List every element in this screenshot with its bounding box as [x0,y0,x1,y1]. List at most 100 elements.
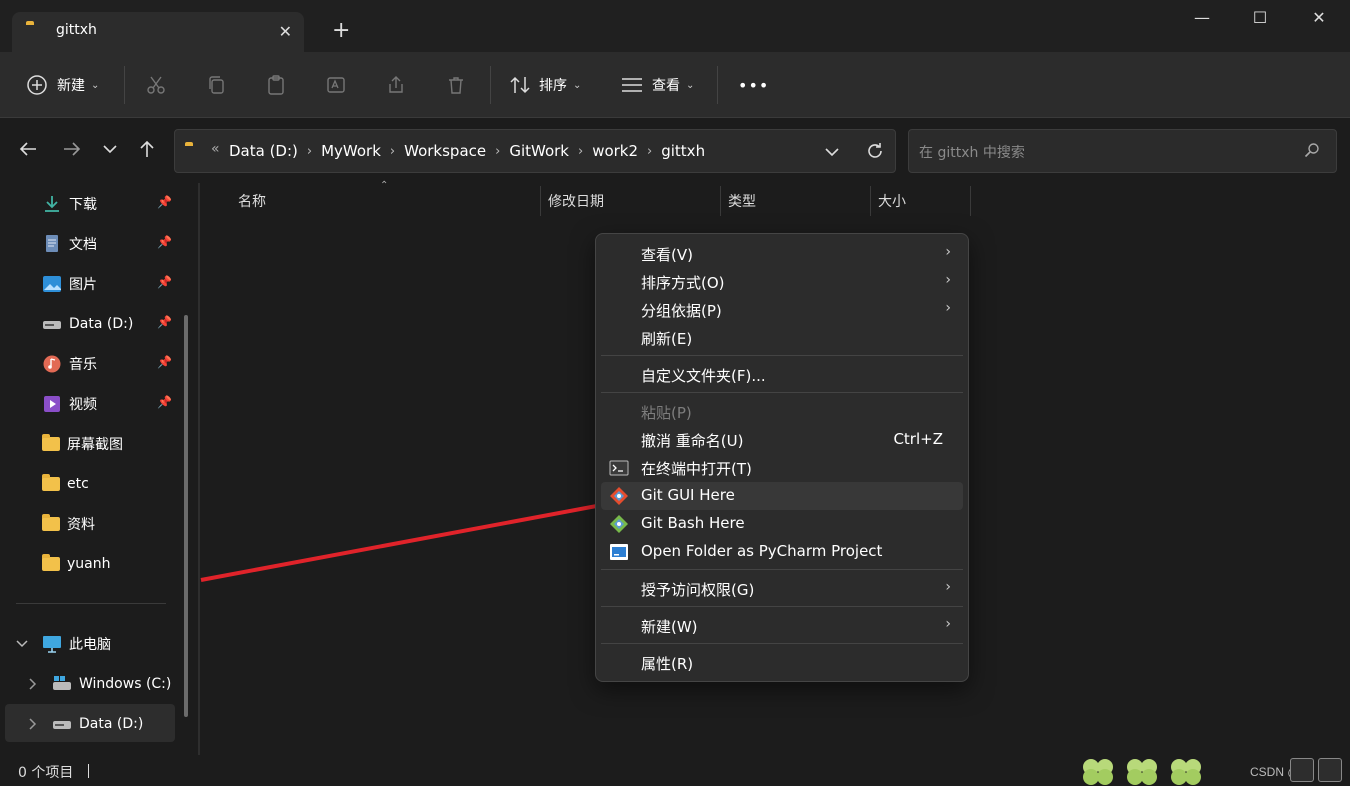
pin-icon: 📌 [157,355,172,369]
menu-item-pycharm[interactable]: Open Folder as PyCharm Project [601,538,963,566]
menu-item-customize-folder[interactable]: 自定义文件夹(F)... [601,361,963,389]
sidebar-item-windows-drive[interactable]: Windows (C:) [52,669,182,699]
chevron-down-icon[interactable] [16,639,28,649]
menu-item-sort[interactable]: 排序方式(O) › [601,268,963,296]
chevron-down-icon: ⌄ [91,79,100,91]
details-view-button[interactable] [1290,758,1314,782]
column-header-name[interactable]: 名称 [238,191,266,211]
pin-icon: 📌 [157,195,172,209]
sidebar-item-yuanh[interactable]: yuanh [42,549,182,579]
sidebar-item-label: etc [67,476,89,492]
breadcrumb-item[interactable]: gittxh [661,142,705,160]
tab-close-button[interactable]: ✕ [279,22,292,41]
menu-item-label: 排序方式(O) [641,274,725,292]
menu-item-label: 分组依据(P) [641,302,722,320]
separator [717,66,718,104]
sidebar-item-etc[interactable]: etc [42,469,182,499]
menu-item-refresh[interactable]: 刷新(E) [601,324,963,352]
cut-button[interactable] [146,72,166,98]
recent-locations-icon[interactable] [103,143,117,155]
new-tab-button[interactable]: + [332,18,350,44]
status-separator [88,764,89,778]
new-button[interactable]: 新建 ⌄ [26,72,99,98]
menu-item-undo-rename[interactable]: 撤消 重命名(U) Ctrl+Z [601,426,963,454]
menu-item-label: 粘贴(P) [641,404,692,422]
explorer-tab[interactable]: gittxh ✕ [12,12,304,52]
sidebar-item-label: 文档 [69,237,97,253]
clover-sticker-icon [1083,759,1113,785]
more-options-button[interactable]: ••• [738,72,769,98]
scissors-icon [147,76,165,94]
search-input[interactable]: 在 gittxh 中搜索 [908,129,1337,173]
menu-separator [601,643,963,644]
sidebar-item-materials[interactable]: 资料 [42,509,182,539]
chevron-down-icon: ⌄ [686,79,695,91]
view-button[interactable]: 查看 ⌄ [621,72,694,98]
tiles-view-button[interactable] [1318,758,1342,782]
menu-item-new[interactable]: 新建(W) › [601,612,963,640]
sort-button[interactable]: 排序 ⌄ [509,72,581,98]
pin-icon: 📌 [157,275,172,289]
chevron-down-icon: ⌄ [573,79,582,91]
back-arrow-icon[interactable] [18,139,38,159]
sidebar-item-label: Windows (C:) [79,676,172,692]
menu-separator [601,355,963,356]
folder-icon [42,474,60,491]
column-separator[interactable] [720,186,721,216]
chevron-right-icon: › [495,143,501,159]
search-icon [1304,143,1319,158]
share-button[interactable] [386,72,406,98]
breadcrumb-item[interactable]: Data (D:) [229,142,298,160]
close-window-button[interactable]: ✕ [1304,8,1334,30]
pane-divider[interactable] [198,183,200,755]
minimize-button[interactable]: — [1187,8,1217,30]
item-count: 0 个项目 [18,765,74,781]
menu-item-label: 在终端中打开(T) [641,460,752,478]
rename-button[interactable] [326,72,346,98]
sidebar-item-label: 资料 [67,517,95,533]
column-header-date[interactable]: 修改日期 [548,191,604,211]
forward-arrow-icon[interactable] [62,139,82,159]
folder-icon [42,434,60,451]
breadcrumb-item[interactable]: MyWork [321,142,381,160]
column-separator[interactable] [540,186,541,216]
menu-item-label: 刷新(E) [641,330,693,348]
column-header-size[interactable]: 大小 [878,191,906,211]
copy-button[interactable] [206,72,226,98]
menu-item-view[interactable]: 查看(V) › [601,240,963,268]
address-row: « Data (D:) › MyWork › Workspace › GitWo… [0,119,1350,183]
maximize-button[interactable]: ☐ [1245,8,1275,30]
menu-item-label: Git GUI Here [641,486,735,504]
menu-item-group[interactable]: 分组依据(P) › [601,296,963,324]
clover-sticker-icon [1127,759,1157,785]
search-placeholder: 在 gittxh 中搜索 [919,145,1025,161]
breadcrumb-item[interactable]: GitWork [509,142,569,160]
chevron-right-icon[interactable] [28,678,38,690]
breadcrumb-item[interactable]: work2 [592,142,638,160]
overflow-chevron[interactable]: « [211,141,220,157]
column-header-type[interactable]: 类型 [728,191,756,211]
menu-item-properties[interactable]: 属性(R) [601,649,963,677]
sidebar-scrollbar[interactable] [184,315,188,717]
breadcrumb-item[interactable]: Workspace [404,142,486,160]
sidebar-item-this-pc[interactable]: 此电脑 [42,629,182,659]
refresh-icon[interactable] [865,141,885,161]
delete-button[interactable] [446,72,466,98]
address-bar[interactable]: « Data (D:) › MyWork › Workspace › GitWo… [174,129,896,173]
plus-circle-icon [27,75,47,95]
sidebar-item-data-d[interactable]: Data (D:) [52,709,172,739]
clipboard-icon [268,75,284,95]
paste-button[interactable] [266,72,286,98]
column-separator[interactable] [970,186,971,216]
chevron-right-icon[interactable] [28,718,38,730]
menu-item-git-gui[interactable]: Git GUI Here [601,482,963,510]
menu-item-give-access[interactable]: 授予访问权限(G) › [601,575,963,603]
pycharm-icon [610,544,628,560]
column-separator[interactable] [870,186,871,216]
sidebar-item-screenshots[interactable]: 屏幕截图 [42,429,182,459]
up-arrow-icon[interactable] [137,139,157,159]
address-dropdown-icon[interactable] [825,146,839,158]
menu-item-label: 属性(R) [641,655,694,673]
menu-item-git-bash[interactable]: Git Bash Here [601,510,963,538]
menu-item-open-terminal[interactable]: 在终端中打开(T) [601,454,963,482]
